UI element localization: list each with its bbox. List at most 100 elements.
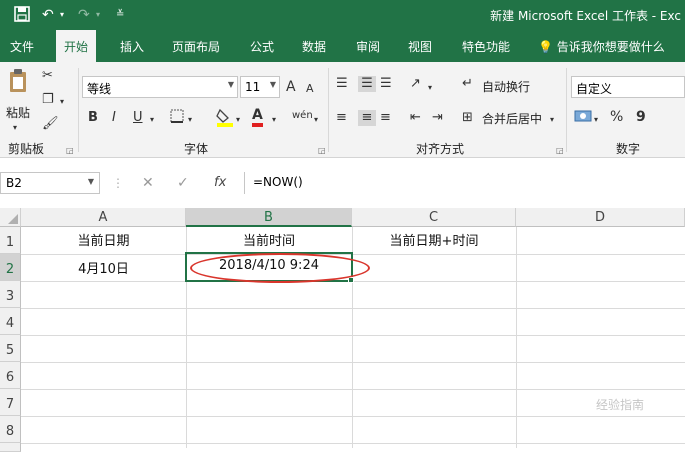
group-label-number: 数字 xyxy=(616,142,641,156)
copy-dropdown-icon[interactable]: ▾ xyxy=(60,94,64,110)
row-header-3[interactable]: 3 xyxy=(0,281,21,308)
tab-file[interactable]: 文件 xyxy=(10,38,34,55)
alignment-launcher-icon[interactable]: ◲ xyxy=(556,146,564,155)
merge-center-icon[interactable]: ⊞ xyxy=(462,110,473,126)
column-header-c[interactable]: C xyxy=(352,208,516,227)
align-left-icon[interactable]: ≡ xyxy=(336,110,347,126)
tab-view[interactable]: 视图 xyxy=(408,38,432,55)
gridline xyxy=(21,362,685,363)
row-header-6[interactable]: 6 xyxy=(0,362,21,389)
cell-c1[interactable]: 当前日期+时间 xyxy=(352,230,516,249)
copy-icon[interactable]: ❐ xyxy=(42,92,54,108)
cell-a1[interactable]: 当前日期 xyxy=(21,230,186,249)
phonetic-guide-icon[interactable]: wén xyxy=(292,108,313,124)
phonetic-dropdown-icon[interactable]: ▾ xyxy=(314,112,318,128)
redo-dropdown-icon[interactable]: ▾ xyxy=(96,6,100,24)
formula-input[interactable]: =NOW() xyxy=(244,172,685,194)
row-header-8[interactable]: 8 xyxy=(0,416,21,443)
save-icon[interactable] xyxy=(14,6,30,27)
decrease-indent-icon[interactable]: ⇤ xyxy=(410,110,421,126)
paste-dropdown-icon[interactable]: ▾ xyxy=(13,120,17,136)
tell-me-box[interactable]: 💡 告诉我你想要做什么 xyxy=(538,38,665,55)
underline-button[interactable]: U xyxy=(133,110,143,126)
ribbon: 粘贴 ▾ ✂ ❐ ▾ 🖌 剪贴板 ◲ 等线 ▼ 11 ▼ A A B I U ▾… xyxy=(0,62,685,158)
row-header-2[interactable]: 2 xyxy=(0,254,21,281)
tab-home[interactable]: 开始 xyxy=(56,30,97,62)
clipboard-launcher-icon[interactable]: ◲ xyxy=(66,146,74,155)
enter-icon[interactable]: ✓ xyxy=(177,175,189,191)
align-center-icon[interactable]: ≡ xyxy=(358,110,376,126)
formula-text: =NOW() xyxy=(253,175,303,189)
select-all-corner[interactable] xyxy=(0,208,21,227)
font-launcher-icon[interactable]: ◲ xyxy=(318,146,326,155)
orientation-icon[interactable]: ↗ xyxy=(410,76,421,92)
underline-dropdown-icon[interactable]: ▾ xyxy=(150,112,154,128)
shrink-font-icon[interactable]: A xyxy=(306,81,314,97)
cut-icon[interactable]: ✂ xyxy=(42,68,53,84)
group-label-font: 字体 xyxy=(184,142,209,156)
tab-data[interactable]: 数据 xyxy=(302,38,326,55)
customize-icon[interactable]: ≚ xyxy=(116,6,124,24)
tab-insert[interactable]: 插入 xyxy=(120,38,144,55)
tab-formulas[interactable]: 公式 xyxy=(250,38,274,55)
group-label-clipboard: 剪贴板 xyxy=(8,142,45,156)
column-header-a[interactable]: A xyxy=(21,208,186,227)
merge-center-dropdown-icon[interactable]: ▾ xyxy=(550,112,554,128)
fill-handle[interactable] xyxy=(348,277,354,283)
font-name-select[interactable]: 等线 ▼ xyxy=(82,76,238,98)
redo-icon[interactable]: ↷ xyxy=(78,6,90,24)
cell-b1[interactable]: 当前时间 xyxy=(186,230,352,249)
name-box[interactable]: B2 ▼ xyxy=(0,172,100,194)
grow-font-icon[interactable]: A xyxy=(286,79,296,95)
tab-page-layout[interactable]: 页面布局 xyxy=(172,38,220,55)
row-header-4[interactable]: 4 xyxy=(0,308,21,335)
bold-button[interactable]: B xyxy=(88,110,98,126)
row-header-1[interactable]: 1 xyxy=(0,227,21,254)
align-top-icon[interactable]: ☰ xyxy=(336,76,348,92)
row-header-7[interactable]: 7 xyxy=(0,389,21,416)
orientation-dropdown-icon[interactable]: ▾ xyxy=(428,80,432,96)
separator xyxy=(566,68,567,152)
gridline xyxy=(21,443,685,444)
group-label-alignment: 对齐方式 xyxy=(416,142,465,156)
percent-button[interactable]: % xyxy=(610,109,623,125)
merge-center-button[interactable]: 合并后居中 xyxy=(482,110,542,127)
column-header-d[interactable]: D xyxy=(516,208,685,227)
ribbon-tabs: 文件 开始 插入 页面布局 公式 数据 审阅 视图 特色功能 💡 告诉我你想要做… xyxy=(0,30,685,62)
annotation-ellipse xyxy=(190,253,370,283)
align-right-icon[interactable]: ≡ xyxy=(380,110,391,126)
insert-function-icon[interactable]: fx xyxy=(214,175,226,190)
wrap-text-icon[interactable]: ↵ xyxy=(462,76,473,92)
wrap-text-button[interactable]: 自动换行 xyxy=(482,78,530,95)
cancel-icon[interactable]: ✕ xyxy=(142,175,154,191)
gridline xyxy=(21,335,685,336)
font-color-icon[interactable]: A xyxy=(252,107,263,127)
gridline xyxy=(21,254,685,255)
row-header-5[interactable]: 5 xyxy=(0,335,21,362)
fill-color-dropdown-icon[interactable]: ▾ xyxy=(236,112,240,128)
borders-dropdown-icon[interactable]: ▾ xyxy=(188,112,192,128)
lightbulb-icon: 💡 xyxy=(538,40,553,54)
font-color-dropdown-icon[interactable]: ▾ xyxy=(272,112,276,128)
paste-icon[interactable] xyxy=(8,68,28,94)
cell-a2[interactable]: 4月10日 xyxy=(21,258,186,277)
number-format-value: 自定义 xyxy=(576,82,613,96)
undo-dropdown-icon[interactable]: ▾ xyxy=(60,6,64,24)
italic-button[interactable]: I xyxy=(112,110,116,126)
column-header-b[interactable]: B xyxy=(186,208,352,227)
format-painter-icon[interactable]: 🖌 xyxy=(42,116,59,132)
currency-dropdown-icon[interactable]: ▾ xyxy=(594,112,598,128)
borders-icon[interactable] xyxy=(170,109,184,128)
font-size-select[interactable]: 11 ▼ xyxy=(240,76,280,98)
tab-special[interactable]: 特色功能 xyxy=(462,38,510,55)
tab-review[interactable]: 审阅 xyxy=(356,38,380,55)
undo-icon[interactable]: ↶ xyxy=(42,6,54,24)
paste-button[interactable]: 粘贴 xyxy=(6,104,30,121)
number-format-select[interactable]: 自定义 xyxy=(571,76,685,98)
align-bottom-icon[interactable]: ☰ xyxy=(380,76,392,92)
align-middle-icon[interactable]: ☰ xyxy=(358,76,376,92)
increase-indent-icon[interactable]: ⇥ xyxy=(432,110,443,126)
currency-icon[interactable] xyxy=(574,108,592,129)
comma-style-button[interactable]: 9 xyxy=(636,109,646,125)
fill-color-icon[interactable] xyxy=(216,107,234,132)
